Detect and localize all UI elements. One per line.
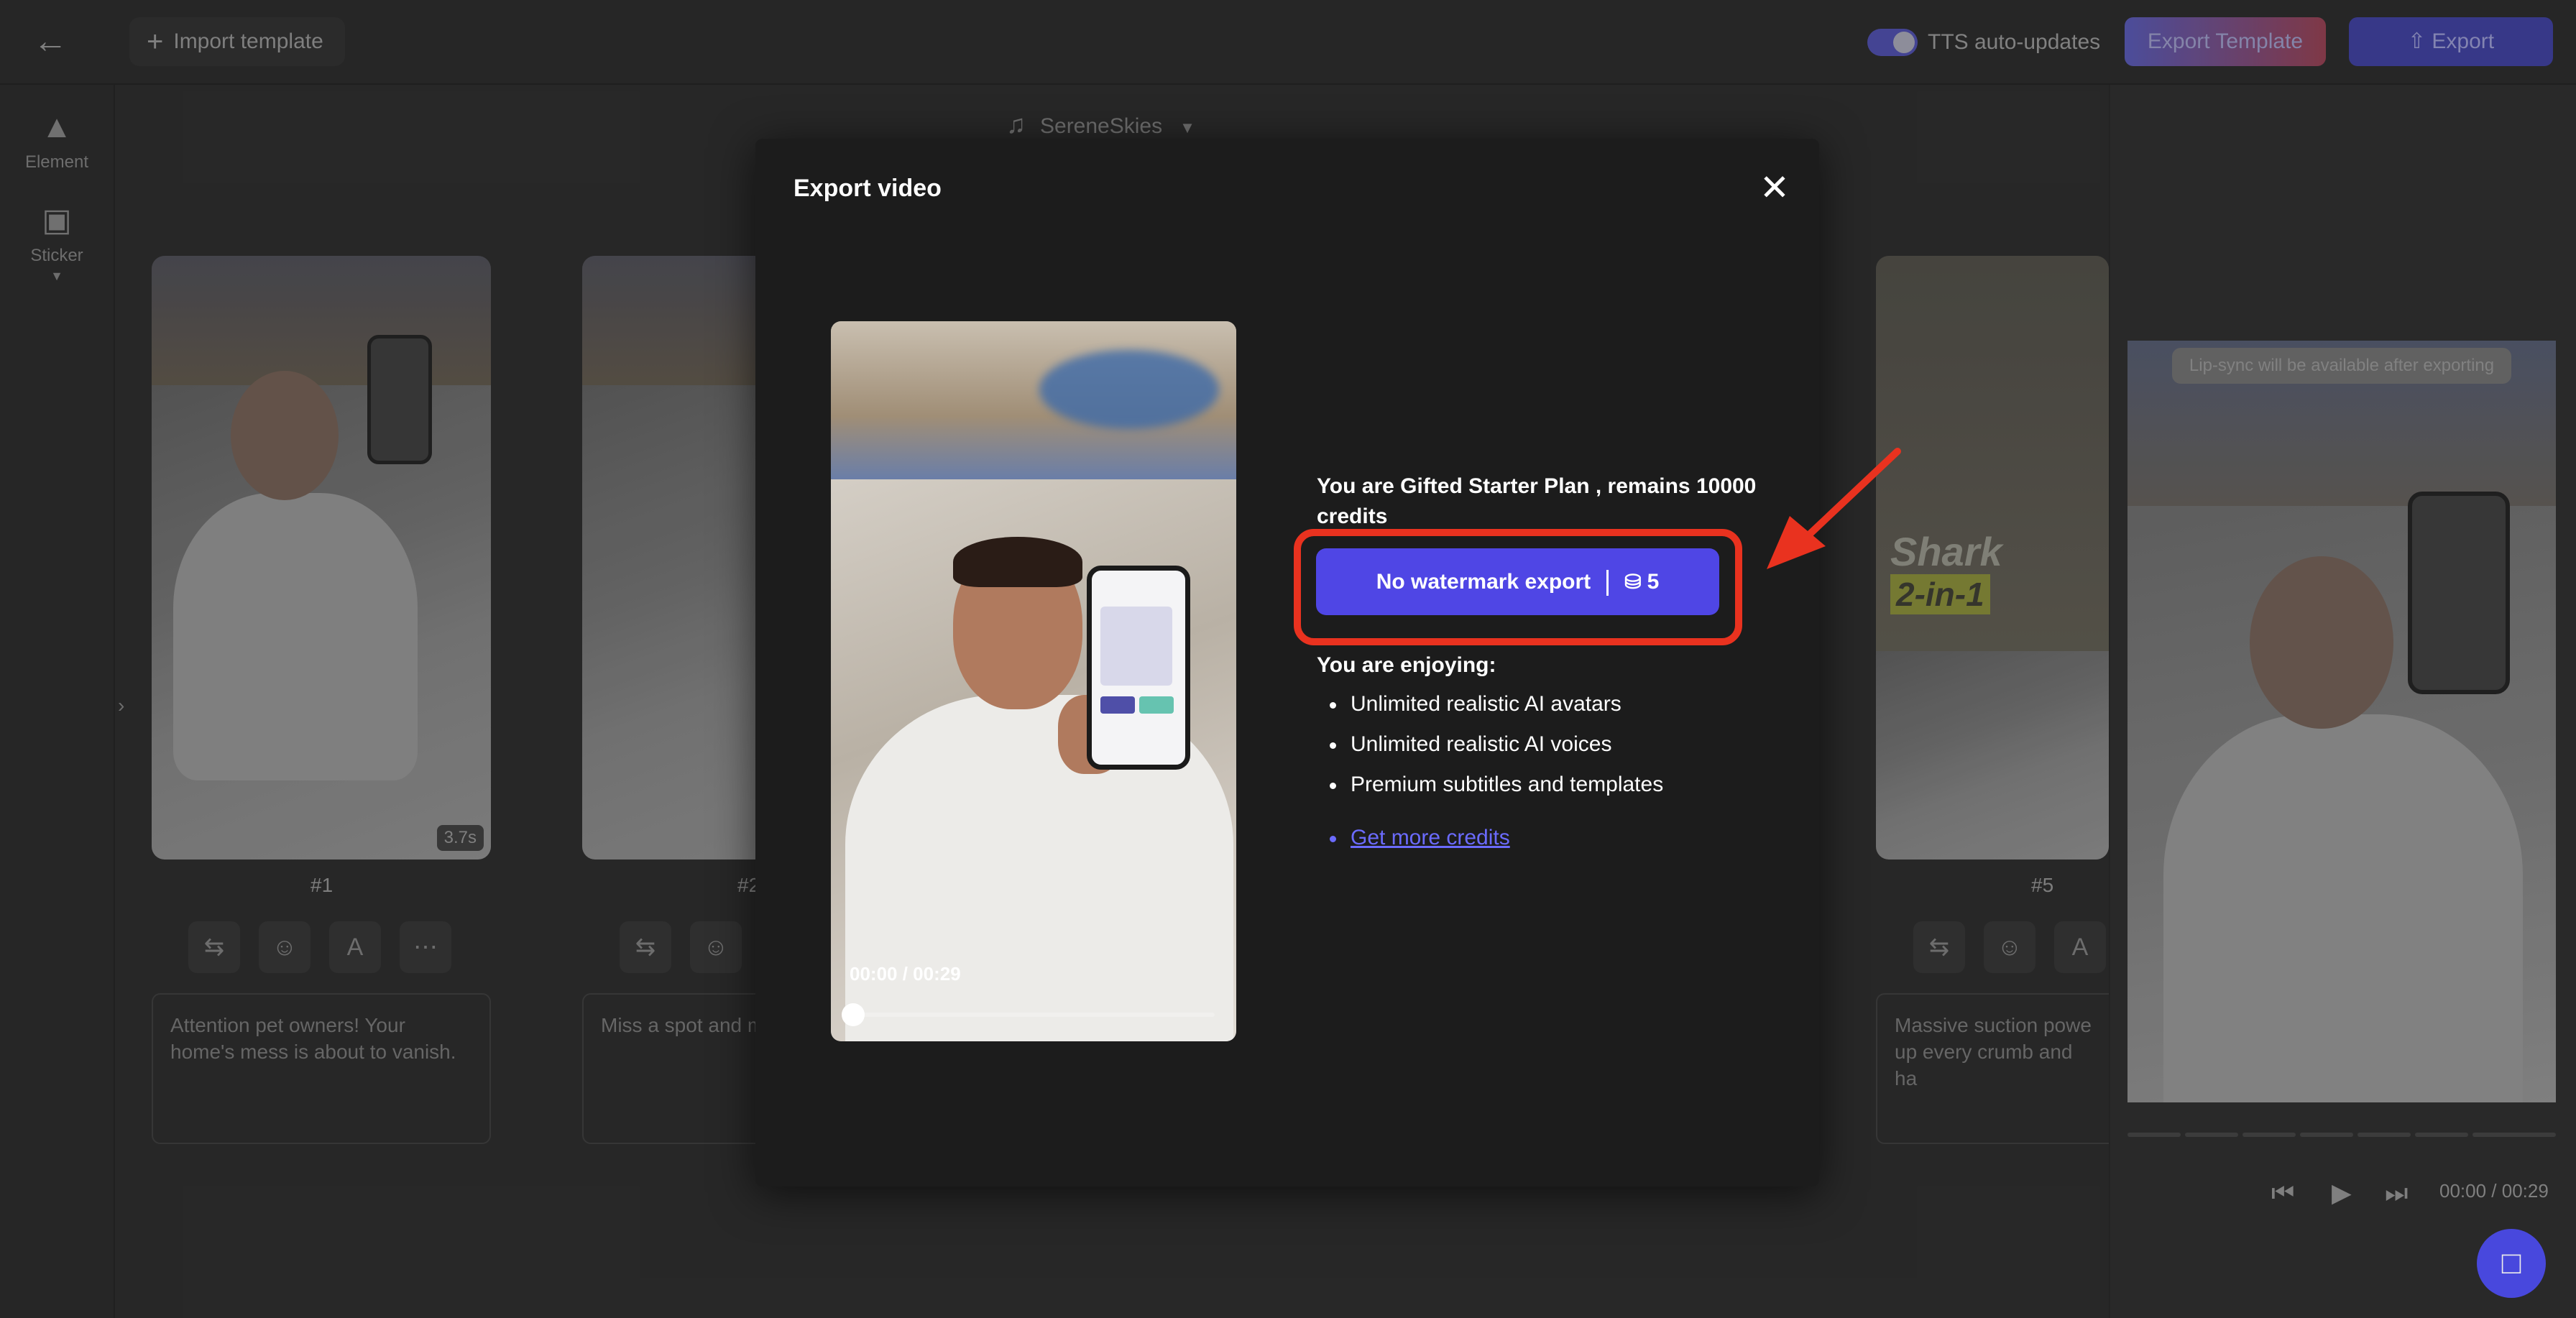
- video-timestamp: 00:00 / 00:29: [850, 963, 961, 985]
- video-scrubber-handle[interactable]: [842, 1003, 865, 1026]
- export-button-label: No watermark export: [1376, 570, 1591, 594]
- feature-text: Premium subtitles and templates: [1351, 773, 1664, 796]
- feature-item: Premium subtitles and templates: [1330, 770, 1663, 799]
- no-watermark-export-button[interactable]: No watermark export ⛁ 5: [1316, 548, 1719, 615]
- phone-screen-button: [1100, 696, 1135, 714]
- bullet: [1330, 742, 1336, 749]
- arrow-shaft: [1793, 448, 1901, 550]
- bullet: [1330, 835, 1336, 842]
- video-phone: [1087, 566, 1190, 770]
- phone-screen-button: [1139, 696, 1174, 714]
- red-arrow-annotation: [1767, 448, 1901, 569]
- modal-title: Export video: [794, 175, 942, 202]
- export-preview-video[interactable]: [831, 321, 1236, 1041]
- feature-item: Unlimited realistic AI voices: [1330, 730, 1611, 759]
- credits-coin-icon: ⛁: [1624, 571, 1642, 593]
- phone-screen-map: [1100, 607, 1172, 686]
- export-cost: 5: [1647, 570, 1660, 594]
- bullet: [1330, 782, 1336, 789]
- get-more-credits-item: Get more credits: [1330, 824, 1510, 852]
- video-progress-bar[interactable]: [852, 1013, 1215, 1017]
- get-more-credits-link[interactable]: Get more credits: [1351, 826, 1510, 849]
- feature-text: Unlimited realistic AI voices: [1351, 732, 1612, 756]
- video-person-hair: [953, 537, 1082, 587]
- close-icon[interactable]: ✕: [1757, 170, 1793, 206]
- divider: [1606, 570, 1609, 596]
- video-background-object: [1039, 350, 1219, 429]
- plan-info: You are Gifted Starter Plan , remains 10…: [1317, 474, 1757, 528]
- feature-text: Unlimited realistic AI avatars: [1351, 692, 1622, 716]
- bullet: [1330, 701, 1336, 709]
- feature-item: Unlimited realistic AI avatars: [1330, 690, 1622, 719]
- enjoying-label: You are enjoying:: [1317, 653, 1496, 677]
